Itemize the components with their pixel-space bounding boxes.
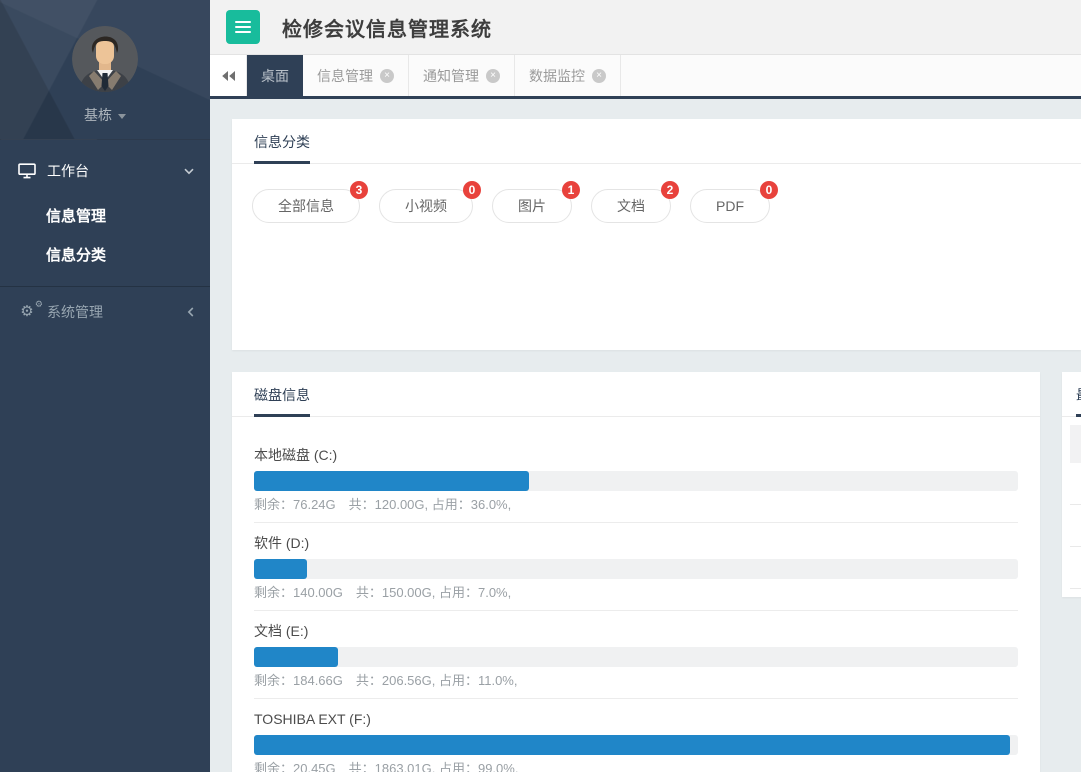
count-badge: 2	[661, 181, 679, 199]
disk-usage-fill	[254, 471, 529, 491]
disk-row-c: 本地磁盘 (C:) 剩余：76.24G 共：120.00G, 占用：36.0%,	[254, 447, 1018, 523]
sidebar-item-info-management[interactable]: 信息管理	[0, 196, 210, 235]
sidebar-item-label: 工作台	[47, 161, 89, 181]
disk-usage-bar	[254, 559, 1018, 579]
caret-down-icon	[118, 114, 126, 119]
tab-info-management[interactable]: 信息管理 ×	[303, 55, 409, 96]
count-badge: 0	[463, 181, 481, 199]
count-badge: 3	[350, 181, 368, 199]
disk-usage-bar	[254, 735, 1018, 755]
panel-header: 磁盘信息	[232, 372, 1040, 417]
pill-label: PDF	[716, 198, 744, 214]
sidebar-item-system-management[interactable]: ⚙⚙ 系统管理	[0, 286, 210, 336]
close-icon[interactable]: ×	[592, 69, 606, 83]
sidebar-item-workbench[interactable]: 工作台	[0, 148, 210, 194]
pill-label: 文档	[617, 198, 645, 214]
user-profile: 基栋	[0, 0, 210, 140]
panel-header: 信息分类	[232, 119, 1081, 164]
content: 信息分类 全部信息 3 小视频 0 图片 1	[210, 99, 1081, 772]
pill-all-info[interactable]: 全部信息 3	[252, 189, 360, 223]
double-chevron-left-icon	[220, 70, 236, 82]
username-menu[interactable]: 基栋	[0, 105, 210, 125]
disk-usage-text: 剩余：20.45G 共：1863.01G, 占用：99.0%,	[254, 761, 1018, 772]
tab-bar: 桌面 信息管理 × 通知管理 × 数据监控 ×	[210, 55, 1081, 99]
tab-label: 信息管理	[317, 66, 373, 86]
table-column-header: 信	[1070, 425, 1081, 463]
disk-usage-text: 剩余：76.24G 共：120.00G, 占用：36.0%,	[254, 497, 1018, 523]
pill-label: 全部信息	[278, 198, 334, 214]
disk-row-f: TOSHIBA EXT (F:) 剩余：20.45G 共：1863.01G, 占…	[254, 711, 1018, 772]
disk-row-d: 软件 (D:) 剩余：140.00G 共：150.00G, 占用：7.0%,	[254, 535, 1018, 611]
tab-data-monitor[interactable]: 数据监控 ×	[515, 55, 621, 96]
collapse-tabs-button[interactable]	[210, 55, 247, 96]
disk-usage-fill	[254, 647, 338, 667]
close-icon[interactable]: ×	[380, 69, 394, 83]
tab-label: 通知管理	[423, 66, 479, 86]
pill-short-video[interactable]: 小视频 0	[379, 189, 473, 223]
chevron-down-icon	[184, 168, 194, 175]
disk-usage-bar	[254, 647, 1018, 667]
table-row: 1	[1070, 547, 1081, 589]
monitor-icon	[16, 163, 38, 179]
disk-name: 本地磁盘 (C:)	[254, 447, 1018, 464]
close-icon[interactable]: ×	[486, 69, 500, 83]
disk-name: 软件 (D:)	[254, 535, 1018, 552]
sidebar-item-info-category[interactable]: 信息分类	[0, 235, 210, 274]
chevron-left-icon	[187, 307, 194, 317]
disk-usage-text: 剩余：140.00G 共：150.00G, 占用：7.0%,	[254, 585, 1018, 611]
sidebar: 基栋 工作台 信息管理 信息分类 ⚙⚙ 系统管理	[0, 0, 210, 772]
disk-name: TOSHIBA EXT (F:)	[254, 711, 1018, 728]
panel-title: 最	[1076, 385, 1081, 417]
disk-usage-fill	[254, 559, 307, 579]
avatar-face	[96, 39, 114, 64]
pill-label: 小视频	[405, 198, 447, 214]
gears-icon: ⚙⚙	[16, 304, 38, 319]
table-row: 1	[1070, 505, 1081, 547]
page-title: 检修会议信息管理系统	[282, 13, 492, 42]
tab-label: 桌面	[261, 66, 289, 86]
panel-body: 本地磁盘 (C:) 剩余：76.24G 共：120.00G, 占用：36.0%,…	[232, 417, 1040, 772]
pill-pdf[interactable]: PDF 0	[690, 189, 770, 223]
username-label: 基栋	[84, 107, 112, 123]
count-badge: 0	[760, 181, 778, 199]
count-badge: 1	[562, 181, 580, 199]
avatar[interactable]	[72, 26, 138, 92]
main-area: 检修会议信息管理系统 桌面 信息管理 × 通知管理 × 数据监控 ×	[210, 0, 1081, 772]
panel-body: 全部信息 3 小视频 0 图片 1 文档 2	[232, 164, 1081, 350]
panel-latest-info: 最 信 1 1 1	[1062, 372, 1081, 597]
avatar-image	[72, 26, 138, 92]
workbench-submenu: 信息管理 信息分类	[0, 194, 210, 286]
hamburger-icon	[235, 26, 251, 28]
category-pill-list: 全部信息 3 小视频 0 图片 1 文档 2	[252, 189, 1061, 223]
panel-title: 磁盘信息	[254, 385, 310, 417]
sidebar-nav: 工作台 信息管理 信息分类 ⚙⚙ 系统管理	[0, 148, 210, 336]
disk-usage-text: 剩余：184.66G 共：206.56G, 占用：11.0%,	[254, 673, 1018, 699]
tab-desktop[interactable]: 桌面	[247, 55, 303, 96]
tab-label: 数据监控	[529, 66, 585, 86]
pill-document[interactable]: 文档 2	[591, 189, 671, 223]
pill-image[interactable]: 图片 1	[492, 189, 572, 223]
panel-body: 信 1 1 1	[1062, 417, 1081, 597]
disk-usage-bar	[254, 471, 1018, 491]
tab-notice-management[interactable]: 通知管理 ×	[409, 55, 515, 96]
pill-label: 图片	[518, 198, 546, 214]
app-root: 基栋 工作台 信息管理 信息分类 ⚙⚙ 系统管理	[0, 0, 1081, 772]
hamburger-button[interactable]	[226, 10, 260, 44]
disk-row-e: 文档 (E:) 剩余：184.66G 共：206.56G, 占用：11.0%,	[254, 623, 1018, 699]
disk-name: 文档 (E:)	[254, 623, 1018, 640]
panel-disk-info: 磁盘信息 本地磁盘 (C:) 剩余：76.24G 共：120.00G, 占用：3…	[232, 372, 1040, 772]
panel-info-category: 信息分类 全部信息 3 小视频 0 图片 1	[232, 119, 1081, 350]
header: 检修会议信息管理系统	[210, 0, 1081, 55]
table-row: 1	[1070, 463, 1081, 505]
content-row: 磁盘信息 本地磁盘 (C:) 剩余：76.24G 共：120.00G, 占用：3…	[232, 372, 1081, 772]
sidebar-item-label: 系统管理	[47, 302, 103, 322]
disk-usage-fill	[254, 735, 1010, 755]
panel-title: 信息分类	[254, 132, 310, 164]
panel-header: 最	[1062, 372, 1081, 417]
